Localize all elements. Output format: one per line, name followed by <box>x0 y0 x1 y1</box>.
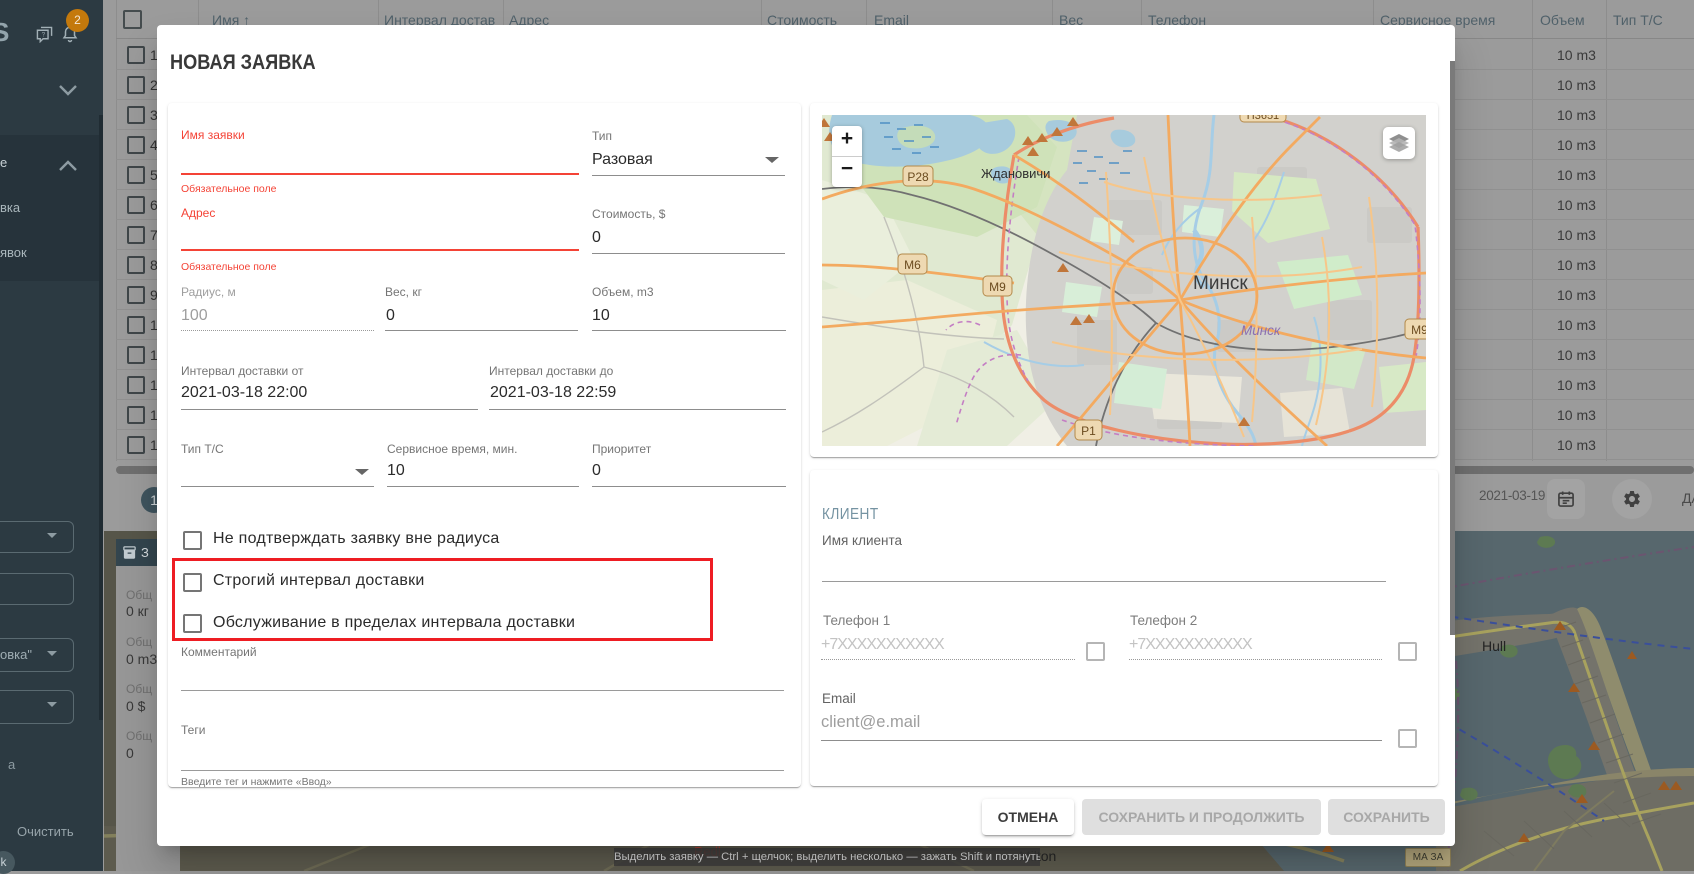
svg-text:М6: М6 <box>904 258 921 272</box>
svg-text:Ждановичи: Ждановичи <box>981 166 1050 181</box>
svg-text:Hull: Hull <box>1482 638 1506 654</box>
svg-text:Минск: Минск <box>1241 323 1281 338</box>
svg-text:P1: P1 <box>1081 424 1096 438</box>
svg-text:P28: P28 <box>907 170 929 184</box>
svg-text:M9: M9 <box>989 280 1006 294</box>
svg-text:П3651: П3651 <box>1247 115 1279 122</box>
svg-text:?: ? <box>42 32 46 39</box>
svg-text:Минск: Минск <box>1193 273 1248 294</box>
svg-text:M9: M9 <box>1411 323 1426 337</box>
